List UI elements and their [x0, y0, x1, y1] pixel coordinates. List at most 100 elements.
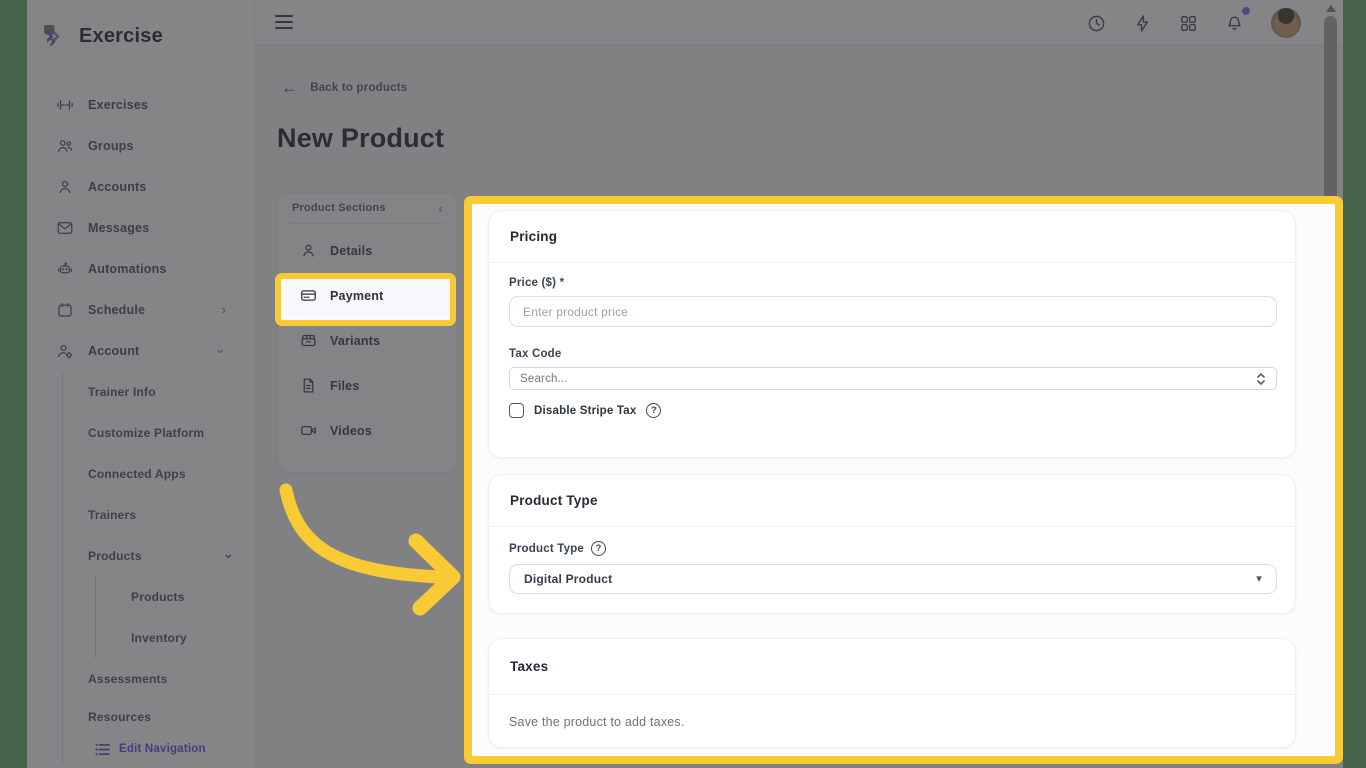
sidebar-item-label: Accounts — [88, 180, 147, 194]
sidebar-item-products-inventory[interactable]: Inventory — [96, 617, 255, 658]
panel-title: Product Sections — [292, 202, 386, 214]
sub-item-label: Assessments — [88, 672, 168, 686]
tax-code-label: Tax Code — [509, 348, 1275, 360]
frame-edge-left — [0, 0, 27, 768]
section-item-label: Files — [330, 379, 360, 393]
section-item-videos[interactable]: Videos — [278, 408, 457, 453]
back-arrow-icon: ← — [281, 79, 298, 96]
sub-item-label: Connected Apps — [88, 467, 186, 481]
back-to-products-link[interactable]: ← Back to products — [281, 79, 407, 96]
bolt-icon[interactable] — [1133, 14, 1152, 33]
chevron-down-icon: ⌄ — [223, 547, 234, 560]
product-type-label: Product Type ? — [509, 541, 1275, 556]
frame-edge-right — [1343, 0, 1366, 768]
calendar-icon — [56, 301, 74, 319]
section-item-details[interactable]: Details — [278, 228, 457, 273]
product-type-value: Digital Product — [524, 572, 612, 586]
sidebar-item-products-products[interactable]: Products — [96, 576, 255, 617]
chevron-right-icon: › — [221, 303, 226, 316]
user-gear-icon — [56, 342, 74, 360]
sidebar-item-customize-platform[interactable]: Customize Platform — [63, 412, 255, 453]
section-item-label: Details — [330, 244, 372, 258]
pricing-card-title: Pricing — [510, 229, 557, 244]
tax-code-select[interactable]: Search... — [509, 367, 1277, 390]
dumbbell-icon — [56, 96, 74, 114]
scrollbar-down-arrow[interactable] — [1326, 757, 1336, 764]
video-icon — [300, 422, 317, 439]
sidebar-item-assessments[interactable]: Assessments — [63, 658, 255, 699]
help-icon[interactable]: ? — [591, 541, 606, 556]
edit-navigation-link[interactable]: Edit Navigation — [63, 735, 255, 763]
price-label: Price ($) * — [509, 277, 1275, 289]
products-submenu: Products Inventory — [95, 576, 255, 658]
section-item-label: Payment — [330, 289, 384, 303]
collapse-panel-icon[interactable]: ‹ — [438, 201, 443, 216]
list-icon — [95, 743, 110, 756]
screenshot-stage: Exercise Exercises Groups Accounts — [0, 0, 1366, 768]
disable-stripe-tax-label: Disable Stripe Tax — [534, 405, 636, 417]
sidebar: Exercise Exercises Groups Accounts — [27, 0, 255, 768]
apps-grid-icon[interactable] — [1179, 14, 1198, 33]
notifications-bell-icon[interactable] — [1225, 14, 1244, 33]
sidebar-item-label: Messages — [88, 221, 149, 235]
payment-form-region: Pricing Price ($) * Tax Code Search... D… — [472, 204, 1335, 756]
price-input[interactable] — [509, 296, 1277, 327]
section-item-variants[interactable]: Variants — [278, 318, 457, 363]
sidebar-item-automations[interactable]: Automations — [27, 248, 254, 289]
users-icon — [56, 137, 74, 155]
sidebar-item-trainer-info[interactable]: Trainer Info — [63, 371, 255, 412]
box-icon — [300, 332, 317, 349]
product-type-card: Product Type Product Type ? Digital Prod… — [488, 474, 1296, 614]
sub-item-label: Trainer Info — [88, 385, 156, 399]
sidebar-item-label: Schedule — [88, 303, 145, 317]
edit-navigation-label: Edit Navigation — [119, 743, 206, 755]
back-link-label: Back to products — [310, 82, 407, 94]
account-submenu: Trainer Info Customize Platform Connecte… — [62, 371, 255, 763]
sidebar-item-exercises[interactable]: Exercises — [27, 84, 254, 125]
sidebar-item-products[interactable]: Products ⌄ — [63, 535, 255, 576]
robot-icon — [56, 260, 74, 278]
user-icon — [56, 178, 74, 196]
notification-dot — [1242, 7, 1250, 15]
section-item-label: Variants — [330, 334, 380, 348]
sidebar-nav: Exercises Groups Accounts Messages — [27, 84, 254, 371]
file-icon — [300, 377, 317, 394]
sidebar-item-accounts[interactable]: Accounts — [27, 166, 254, 207]
topbar-actions — [1087, 0, 1301, 46]
history-clock-icon[interactable] — [1087, 14, 1106, 33]
credit-card-icon — [300, 287, 317, 304]
sub-item-label: Products — [131, 590, 185, 604]
hamburger-menu-button[interactable] — [275, 15, 293, 29]
user-icon — [300, 242, 317, 259]
updown-chevron-icon — [1256, 372, 1266, 386]
disable-stripe-tax-checkbox[interactable] — [509, 403, 524, 418]
sidebar-item-account[interactable]: Account ⌄ — [27, 330, 254, 371]
user-avatar[interactable] — [1271, 8, 1301, 38]
section-item-files[interactable]: Files — [278, 363, 457, 408]
sub-item-label: Customize Platform — [88, 426, 204, 440]
section-item-label: Videos — [330, 424, 372, 438]
product-type-label-text: Product Type — [509, 543, 584, 555]
sidebar-item-label: Account — [88, 344, 139, 358]
product-type-select[interactable]: Digital Product ▾ — [509, 564, 1277, 594]
brand-logo-icon — [43, 24, 68, 49]
section-item-payment[interactable]: Payment — [278, 273, 457, 318]
sub-item-label: Trainers — [88, 508, 136, 522]
taxes-card: Taxes Save the product to add taxes. — [488, 638, 1296, 748]
sidebar-item-label: Exercises — [88, 98, 148, 112]
sidebar-item-schedule[interactable]: Schedule › — [27, 289, 254, 330]
sidebar-item-groups[interactable]: Groups — [27, 125, 254, 166]
brand-name: Exercise — [79, 25, 163, 48]
taxes-card-title: Taxes — [510, 659, 548, 674]
taxes-message: Save the product to add taxes. — [509, 709, 1275, 729]
sidebar-item-trainers[interactable]: Trainers — [63, 494, 255, 535]
product-sections-panel: Product Sections ‹ Details Payment — [277, 192, 458, 473]
scrollbar-up-arrow[interactable] — [1326, 5, 1336, 12]
product-type-card-title: Product Type — [510, 493, 598, 508]
topbar — [255, 0, 1343, 46]
sidebar-item-resources[interactable]: Resources — [63, 699, 255, 735]
brand-logo[interactable]: Exercise — [43, 24, 163, 49]
sidebar-item-messages[interactable]: Messages — [27, 207, 254, 248]
sidebar-item-connected-apps[interactable]: Connected Apps — [63, 453, 255, 494]
help-icon[interactable]: ? — [646, 403, 661, 418]
